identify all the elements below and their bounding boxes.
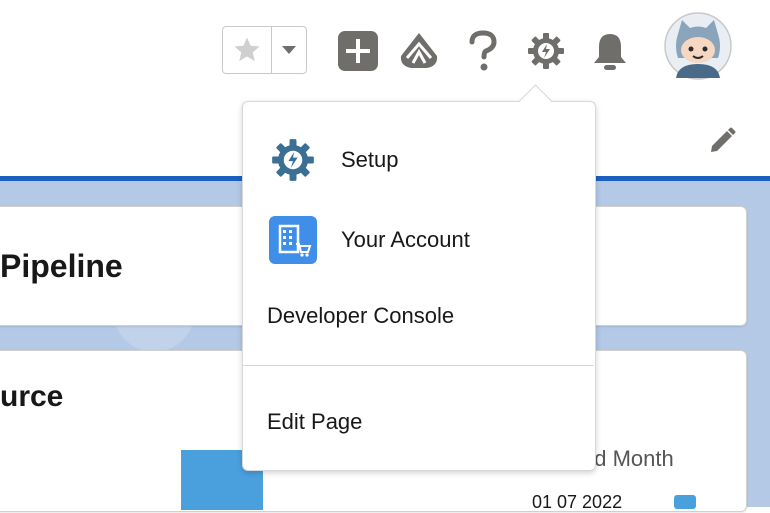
menu-item-setup[interactable]: Setup [243, 134, 595, 186]
setup-gear-icon [269, 136, 317, 184]
avatar[interactable] [664, 12, 732, 80]
favorites-button-group[interactable] [222, 26, 307, 74]
card-title-pipeline: Pipeline [0, 248, 123, 284]
menu-item-developer-console[interactable]: Developer Console [243, 298, 595, 334]
trailhead-icon[interactable] [397, 30, 441, 72]
account-building-icon [269, 216, 317, 264]
add-icon[interactable] [337, 30, 379, 72]
menu-divider [242, 365, 594, 366]
menu-item-label: Your Account [341, 227, 470, 252]
edit-pencil-icon[interactable] [707, 126, 737, 156]
setup-dropdown-menu: Setup Your Account Developer Console Edi… [242, 101, 596, 471]
menu-item-label: Setup [341, 147, 399, 172]
menu-item-edit-page[interactable]: Edit Page [243, 404, 595, 440]
chevron-down-icon[interactable] [271, 27, 306, 73]
menu-item-label: Developer Console [267, 303, 455, 328]
help-icon[interactable] [466, 30, 500, 72]
legend-swatch [674, 495, 696, 509]
setup-gear-icon[interactable] [527, 32, 565, 70]
legend-date: 01 07 2022 [532, 492, 623, 512]
bell-icon[interactable] [590, 30, 630, 72]
star-icon[interactable] [223, 27, 271, 73]
menu-item-label: Edit Page [267, 409, 363, 434]
menu-item-your-account[interactable]: Your Account [243, 214, 595, 266]
card-title-source: urce [0, 380, 64, 413]
